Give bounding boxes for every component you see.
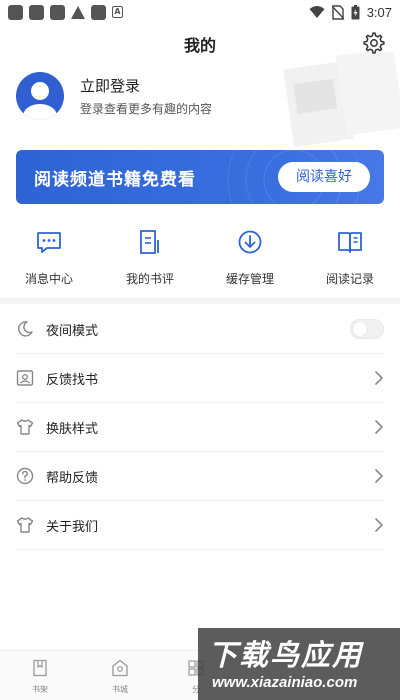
reading-preference-button[interactable]: 阅读喜好 bbox=[278, 162, 370, 192]
bookshelf-icon bbox=[33, 659, 47, 677]
quick-action-label: 缓存管理 bbox=[225, 272, 274, 286]
status-left-icons: A bbox=[8, 4, 123, 20]
battery-icon bbox=[351, 4, 360, 19]
list-item-feedback-find-book[interactable]: 反馈找书 bbox=[16, 354, 384, 403]
wifi-icon bbox=[309, 6, 325, 18]
quick-action-history[interactable]: 阅读记录 bbox=[305, 228, 395, 287]
notification-icon bbox=[91, 4, 106, 20]
toggle-knob bbox=[353, 322, 367, 336]
watermark-url: www.xiazainiao.com bbox=[212, 674, 358, 691]
quick-action-reviews[interactable]: 我的书评 bbox=[105, 228, 195, 287]
moon-icon bbox=[18, 321, 33, 337]
login-title[interactable]: 立即登录 bbox=[80, 75, 212, 96]
chevron-right-icon bbox=[375, 518, 383, 532]
a-icon: A bbox=[112, 6, 123, 18]
nav-bookshelf[interactable]: 书架 bbox=[20, 659, 60, 695]
store-icon bbox=[112, 659, 128, 677]
watermark-title: 下载鸟应用 bbox=[208, 638, 364, 672]
no-sim-icon bbox=[331, 4, 344, 20]
chevron-right-icon bbox=[375, 469, 383, 483]
settings-button[interactable] bbox=[362, 31, 386, 55]
quick-action-cache[interactable]: 缓存管理 bbox=[205, 228, 295, 287]
status-right-icons: 3:07 bbox=[309, 4, 392, 20]
quick-action-messages[interactable]: 消息中心 bbox=[4, 228, 94, 287]
watermark: 下载鸟应用 www.xiazainiao.com bbox=[198, 628, 400, 700]
list-item-label: 关于我们 bbox=[46, 520, 99, 535]
nav-store[interactable]: 书城 bbox=[100, 659, 140, 695]
login-subtitle: 登录查看更多有趣的内容 bbox=[80, 102, 213, 116]
notification-icon bbox=[50, 4, 65, 20]
gear-icon bbox=[363, 32, 385, 54]
header: 我的 bbox=[0, 28, 400, 58]
notification-icon bbox=[8, 4, 23, 20]
page-title: 我的 bbox=[183, 36, 216, 55]
list-item-night-mode[interactable]: 夜间模式 bbox=[16, 305, 384, 354]
list-item-label: 换肤样式 bbox=[46, 422, 99, 437]
user-icon bbox=[23, 82, 57, 120]
download-icon bbox=[238, 230, 262, 254]
banner-text: 阅读频道书籍免费看 bbox=[34, 170, 196, 190]
list-item-about-us[interactable]: 关于我们 bbox=[16, 501, 384, 550]
list-item-help-feedback[interactable]: 帮助反馈 bbox=[16, 452, 384, 501]
list-item-label: 反馈找书 bbox=[46, 373, 99, 388]
chevron-right-icon bbox=[375, 420, 383, 434]
help-icon bbox=[16, 467, 34, 485]
status-bar: A 3:07 bbox=[0, 0, 400, 24]
settings-list: 夜间模式 反馈找书 换肤样式 帮助反馈 关于我们 bbox=[0, 305, 400, 550]
quick-actions: 消息中心 我的书评 缓存管理 阅读记录 bbox=[0, 228, 400, 288]
section-divider bbox=[0, 298, 400, 304]
quick-action-label: 我的书评 bbox=[125, 272, 174, 286]
status-time: 3:07 bbox=[366, 4, 392, 20]
book-open-icon bbox=[338, 232, 362, 253]
review-icon bbox=[140, 230, 159, 254]
notification-icon bbox=[29, 4, 44, 20]
quick-action-label: 阅读记录 bbox=[325, 272, 374, 286]
profile-login[interactable]: 立即登录 登录查看更多有趣的内容 bbox=[16, 72, 346, 120]
list-item-label: 夜间模式 bbox=[46, 324, 99, 339]
search-book-icon bbox=[16, 370, 34, 386]
profile-text: 立即登录 登录查看更多有趣的内容 bbox=[80, 75, 212, 117]
list-item-label: 帮助反馈 bbox=[46, 471, 99, 486]
nav-label: 书城 bbox=[112, 685, 128, 694]
promo-banner[interactable]: 阅读频道书籍免费看 阅读喜好 bbox=[16, 150, 384, 204]
message-icon bbox=[37, 232, 61, 253]
shirt-icon bbox=[16, 419, 34, 435]
nav-label: 书架 bbox=[32, 685, 48, 694]
chevron-right-icon bbox=[375, 371, 383, 385]
shirt-icon bbox=[16, 517, 34, 533]
warning-icon bbox=[71, 5, 85, 19]
avatar[interactable] bbox=[16, 72, 64, 120]
night-mode-toggle[interactable] bbox=[350, 319, 384, 339]
list-item-skin-style[interactable]: 换肤样式 bbox=[16, 403, 384, 452]
quick-action-label: 消息中心 bbox=[24, 272, 73, 286]
